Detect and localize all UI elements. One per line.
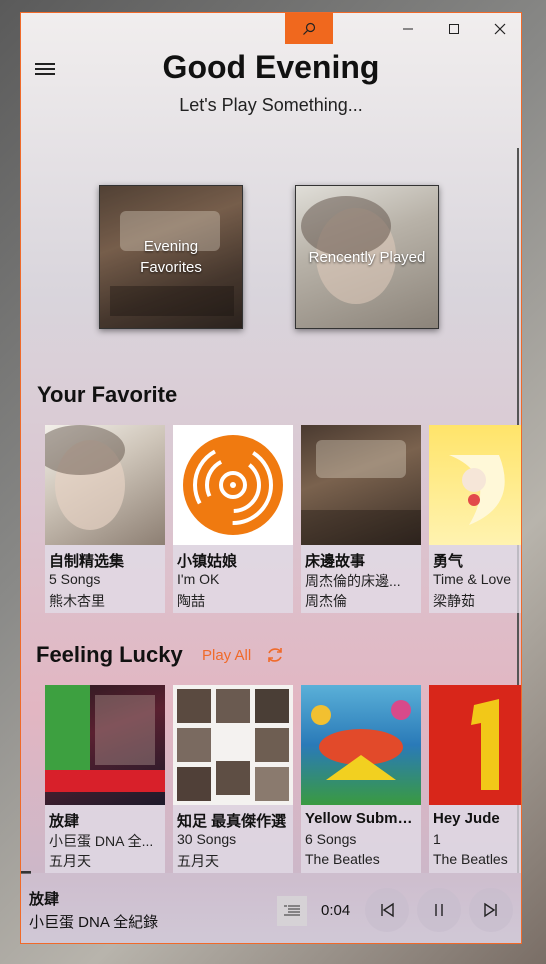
- card-subtitle: Time & Love: [433, 571, 512, 587]
- skip-next-icon: [484, 902, 497, 918]
- next-button[interactable]: [469, 888, 513, 932]
- yellow-submarine-art: [301, 685, 421, 805]
- queue-button[interactable]: [277, 896, 307, 926]
- card-subtitle: I'm OK: [177, 571, 220, 587]
- search-button[interactable]: [285, 13, 333, 44]
- card-title: 勇气: [433, 553, 464, 570]
- card-subtitle: 5 Songs: [49, 571, 101, 587]
- card-artist: 梁静茹: [433, 593, 475, 609]
- refresh-icon: [268, 648, 282, 662]
- orange-disc-icon: [173, 425, 293, 545]
- mayday-art: [45, 685, 165, 805]
- refresh-button[interactable]: [265, 645, 285, 665]
- bedtime-stories-art: [301, 425, 421, 545]
- card-subtitle: 30 Songs: [177, 831, 237, 847]
- lucky-card[interactable]: Hey Jude 1 The Beatles: [429, 685, 521, 873]
- card-artist: 五月天: [177, 853, 219, 869]
- card-title: 小镇姑娘: [177, 553, 238, 570]
- search-icon: [303, 22, 316, 35]
- card-title: 放肆: [49, 813, 80, 830]
- card-artist: The Beatles: [433, 851, 508, 867]
- app-window: Good Evening Let's Play Something... Eve…: [20, 12, 522, 944]
- card-subtitle: 小巨蛋 DNA 全...: [49, 833, 154, 849]
- photo-grid-art: [173, 685, 293, 805]
- beatles-one-art: [429, 685, 521, 805]
- page-subtitle: Let's Play Something...: [179, 95, 363, 115]
- close-icon: [494, 23, 506, 34]
- favorite-card[interactable]: 勇气 Time & Love 梁静茹: [429, 425, 521, 613]
- feeling-lucky-heading: Feeling Lucky: [36, 642, 183, 667]
- card-artist: The Beatles: [305, 851, 380, 867]
- now-playing-bar: 放肆 小巨蛋 DNA 全紀錄 0:04: [21, 873, 521, 943]
- favorite-card[interactable]: 床邊故事 周杰倫的床邊... 周杰倫: [301, 425, 421, 613]
- favorite-card[interactable]: 自制精选集 5 Songs 熊木杏里: [45, 425, 165, 613]
- your-favorite-heading: Your Favorite: [37, 382, 178, 407]
- card-subtitle: 6 Songs: [305, 831, 357, 847]
- card-title: 知足 最真傑作選: [177, 813, 287, 830]
- queue-icon: [284, 905, 300, 916]
- card-subtitle: 周杰倫的床邊...: [305, 573, 401, 589]
- card-subtitle: 1: [433, 831, 441, 847]
- lucky-card[interactable]: 放肆 小巨蛋 DNA 全... 五月天: [45, 685, 165, 873]
- favorite-card[interactable]: 小镇姑娘 I'm OK 陶喆: [173, 425, 293, 613]
- card-title: 自制精选集: [49, 553, 125, 570]
- pause-icon: [435, 904, 443, 916]
- evening-favorites-tile[interactable]: Evening Favorites: [99, 185, 243, 329]
- card-artist: 熊木杏里: [49, 593, 105, 609]
- tile-label-line1: Evening: [143, 238, 199, 255]
- tile-label-line2: Favorites: [140, 259, 202, 276]
- card-artist: 周杰倫: [305, 593, 347, 609]
- previous-button[interactable]: [365, 888, 409, 932]
- recently-played-tile[interactable]: Rencently Played: [295, 185, 439, 329]
- tile-label: Rencently Played: [308, 248, 426, 266]
- yellow-moon-art: [429, 425, 521, 545]
- card-title: Hey Jude: [433, 810, 500, 827]
- maximize-button[interactable]: [431, 13, 477, 44]
- now-playing-subtitle: 小巨蛋 DNA 全紀錄: [29, 914, 159, 931]
- minimize-button[interactable]: [385, 13, 431, 44]
- portrait-art: [45, 425, 165, 545]
- playback-time: 0:04: [321, 902, 351, 919]
- now-playing-title: 放肆: [29, 891, 60, 908]
- card-title: 床邊故事: [305, 553, 366, 570]
- lucky-card[interactable]: Yellow Submarine 6 Songs The Beatles: [301, 685, 421, 873]
- card-title: Yellow Submarine: [305, 810, 419, 827]
- card-artist: 五月天: [49, 853, 91, 869]
- lucky-card[interactable]: 知足 最真傑作選 30 Songs 五月天: [173, 685, 293, 873]
- close-button[interactable]: [477, 13, 521, 44]
- page-title: Good Evening: [162, 49, 380, 85]
- card-artist: 陶喆: [177, 593, 205, 609]
- pause-button[interactable]: [417, 888, 461, 932]
- play-all-button[interactable]: Play All: [202, 647, 251, 664]
- maximize-icon: [449, 23, 459, 34]
- skip-previous-icon: [381, 902, 394, 918]
- minimize-icon: [403, 28, 413, 29]
